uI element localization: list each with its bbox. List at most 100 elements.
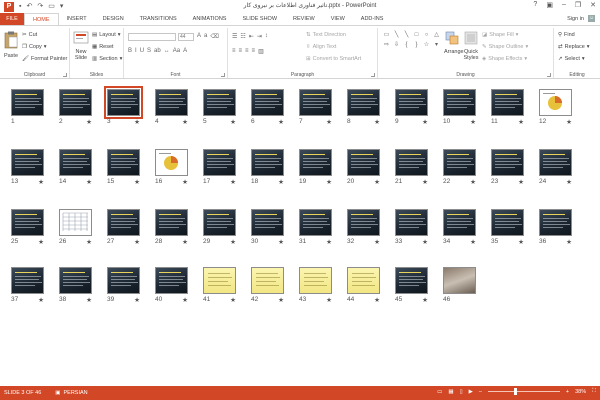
font-launcher-icon[interactable] [221, 73, 225, 77]
slide-thumbnail[interactable]: 25 ★ [11, 209, 44, 246]
slide-thumbnail[interactable]: 36 ★ [539, 209, 572, 246]
transition-star-icon[interactable]: ★ [134, 118, 140, 126]
transition-star-icon[interactable]: ★ [278, 238, 284, 246]
slide-thumbnail[interactable]: 39 ★ [107, 267, 140, 304]
transition-star-icon[interactable]: ★ [326, 118, 332, 126]
rectangle-shape-icon[interactable]: □ [412, 31, 421, 40]
transition-star-icon[interactable]: ★ [86, 238, 92, 246]
tab-transitions[interactable]: TRANSITIONS [132, 13, 185, 25]
columns-icon[interactable]: ▥ [258, 48, 264, 55]
quick-styles-button[interactable]: Quick Styles [462, 31, 480, 61]
decrease-font-icon[interactable]: a [204, 33, 207, 40]
layout-button[interactable]: ▤ Layout ▾ [92, 32, 120, 38]
slide-thumbnail[interactable]: 33 ★ [395, 209, 428, 246]
align-left-icon[interactable]: ≡ [232, 48, 236, 55]
transition-star-icon[interactable]: ★ [134, 238, 140, 246]
increase-font-icon[interactable]: A [197, 33, 201, 40]
paragraph-launcher-icon[interactable] [371, 73, 375, 77]
shapes-gallery[interactable]: ▭ ╲ ╲ □ ○ △ ⇨ ⇩ { } ☆ ▾ [382, 31, 440, 65]
user-avatar-icon[interactable]: ☺ [588, 15, 595, 22]
tab-animations[interactable]: ANIMATIONS [185, 13, 235, 25]
slide-thumbnail[interactable]: 41 ★ [203, 267, 236, 304]
format-painter-button[interactable]: 🖌 Format Painter [22, 56, 67, 62]
transition-star-icon[interactable]: ★ [470, 178, 476, 186]
slide-thumbnail[interactable]: 18 ★ [251, 149, 284, 186]
reset-button[interactable]: ▦ Reset [92, 44, 114, 50]
line-spacing-icon[interactable]: ↕ [265, 33, 268, 40]
transition-star-icon[interactable]: ★ [182, 238, 188, 246]
slide-thumbnail[interactable]: 46 [443, 267, 476, 303]
font-size-dropdown[interactable]: 44 [178, 33, 194, 41]
find-button[interactable]: ⚲ Find [558, 32, 575, 38]
drawing-launcher-icon[interactable] [547, 73, 551, 77]
copy-button[interactable]: ❐ Copy ▾ [22, 44, 47, 50]
transition-star-icon[interactable]: ★ [278, 296, 284, 304]
zoom-out-icon[interactable]: – [479, 389, 482, 395]
transition-star-icon[interactable]: ★ [374, 118, 380, 126]
slide-thumbnail[interactable]: 40 ★ [155, 267, 188, 304]
arrow-shape-icon[interactable]: ⇩ [392, 41, 401, 50]
font-name-dropdown[interactable] [128, 33, 176, 41]
convert-smartart-button[interactable]: ⊞ Convert to SmartArt [306, 56, 361, 62]
slide-thumbnail[interactable]: 37 ★ [11, 267, 44, 304]
language-indicator[interactable]: ▣ PERSIAN [55, 390, 87, 396]
brace-shape-icon[interactable]: { [402, 41, 411, 50]
shape-fill-button[interactable]: ◪ Shape Fill ▾ [482, 32, 518, 38]
align-right-icon[interactable]: ≡ [245, 48, 249, 55]
present-icon[interactable]: ▭ [48, 2, 55, 12]
transition-star-icon[interactable]: ★ [518, 118, 524, 126]
redo-icon[interactable]: ↷ [37, 2, 43, 12]
slide-thumbnail[interactable]: 45 ★ [395, 267, 428, 304]
slide-thumbnail[interactable]: 44 ★ [347, 267, 380, 304]
transition-star-icon[interactable]: ★ [374, 238, 380, 246]
slide-thumbnail[interactable]: 12 ★ [539, 89, 572, 126]
slide-thumbnail[interactable]: 3 ★ [104, 86, 143, 126]
case-icon[interactable]: Aa [173, 48, 180, 54]
transition-star-icon[interactable]: ★ [518, 238, 524, 246]
align-text-button[interactable]: ⇳ Align Text [306, 44, 336, 50]
shadow-icon[interactable]: ab [154, 48, 161, 54]
slide-thumbnail[interactable]: 9 ★ [395, 89, 428, 126]
transition-star-icon[interactable]: ★ [86, 118, 92, 126]
slide-thumbnail[interactable]: 10 ★ [443, 89, 476, 126]
transition-star-icon[interactable]: ★ [326, 296, 332, 304]
save-icon[interactable]: ▪ [19, 2, 21, 12]
transition-star-icon[interactable]: ★ [518, 178, 524, 186]
clear-format-icon[interactable]: ⌫ [210, 33, 218, 40]
transition-star-icon[interactable]: ★ [470, 238, 476, 246]
tab-file[interactable]: FILE [0, 13, 24, 25]
underline-icon[interactable]: U [140, 48, 144, 54]
transition-star-icon[interactable]: ★ [278, 118, 284, 126]
spacing-icon[interactable]: ↔ [164, 48, 170, 54]
slide-thumbnail[interactable]: 31 ★ [299, 209, 332, 246]
text-direction-button[interactable]: ⇅ Text Direction [306, 32, 346, 38]
slide-thumbnail[interactable]: 27 ★ [107, 209, 140, 246]
tab-slide-show[interactable]: SLIDE SHOW [234, 13, 285, 25]
slide-thumbnail[interactable]: 5 ★ [203, 89, 236, 126]
bold-icon[interactable]: B [128, 48, 132, 54]
slide-thumbnail[interactable]: 22 ★ [443, 149, 476, 186]
slide-counter[interactable]: SLIDE 3 OF 46 [4, 390, 41, 396]
arrow-shape-icon[interactable]: ⇨ [382, 41, 391, 50]
transition-star-icon[interactable]: ★ [182, 296, 188, 304]
undo-icon[interactable]: ↶ [26, 2, 32, 12]
numbering-icon[interactable]: ☷ [240, 33, 245, 40]
slide-thumbnail[interactable]: 32 ★ [347, 209, 380, 246]
fit-slide-icon[interactable]: ⛶ [592, 388, 596, 395]
select-button[interactable]: ➚ Select ▾ [558, 56, 585, 62]
clipboard-launcher-icon[interactable] [63, 73, 67, 77]
transition-star-icon[interactable]: ★ [230, 296, 236, 304]
shape-outline-button[interactable]: ✎ Shape Outline ▾ [482, 44, 528, 50]
bullets-icon[interactable]: ☰ [232, 33, 237, 40]
zoom-in-icon[interactable]: + [566, 389, 569, 395]
transition-star-icon[interactable]: ★ [326, 178, 332, 186]
strikethrough-icon[interactable]: S [147, 48, 151, 54]
transition-star-icon[interactable]: ★ [134, 178, 140, 186]
replace-button[interactable]: ⇄ Replace ▾ [558, 44, 590, 50]
italic-icon[interactable]: I [135, 48, 137, 54]
transition-star-icon[interactable]: ★ [422, 178, 428, 186]
slide-thumbnail[interactable]: 42 ★ [251, 267, 284, 304]
tab-add-ins[interactable]: ADD-INS [353, 13, 392, 25]
transition-star-icon[interactable]: ★ [566, 238, 572, 246]
slide-thumbnail[interactable]: 43 ★ [299, 267, 332, 304]
